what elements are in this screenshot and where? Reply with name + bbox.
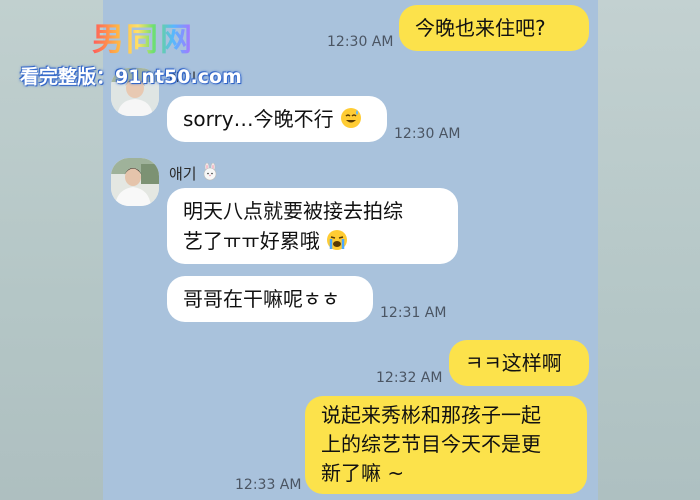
message-text: 哥哥在干嘛呢ㅎㅎ — [183, 287, 340, 311]
message-timestamp: 12:30 AM — [327, 34, 394, 50]
their-message-bubble[interactable]: 明天八点就要被接去拍综 艺了ㅠㅠ好累哦 — [167, 188, 458, 264]
message-timestamp: 12:30 AM — [394, 126, 461, 142]
contact-name: 애기 — [169, 162, 219, 185]
watermark-logo: 男同网 — [92, 14, 194, 60]
rabbit-face-icon — [201, 162, 219, 185]
crying-face-icon — [326, 229, 348, 251]
my-message-bubble[interactable]: 今晚也来住吧? — [399, 5, 589, 51]
right-background-panel — [598, 0, 700, 500]
their-message-bubble[interactable]: 哥哥在干嘛呢ㅎㅎ — [167, 276, 373, 322]
message-text-line: 说起来秀彬和那孩子一起 — [321, 403, 541, 427]
message-text-line: 新了嘛 ~ — [321, 461, 405, 485]
message-text: sorry…今晚不行 — [183, 107, 334, 131]
contact-avatar[interactable] — [111, 158, 159, 206]
message-text: 今晚也来住吧? — [415, 16, 546, 40]
sweat-smile-icon — [340, 107, 362, 129]
message-text: ㅋㅋ这样啊 — [465, 351, 562, 375]
message-text-line: 上的综艺节目今天不是更 — [321, 432, 541, 456]
message-text-line: 艺了ㅠㅠ好累哦 — [183, 226, 442, 256]
message-timestamp: 12:32 AM — [376, 370, 443, 386]
message-timestamp: 12:31 AM — [380, 305, 447, 321]
my-message-bubble[interactable]: 说起来秀彬和那孩子一起 上的综艺节目今天不是更 新了嘛 ~ — [305, 396, 587, 494]
message-timestamp: 12:33 AM — [235, 477, 302, 493]
message-text-line: 明天八点就要被接去拍综 — [183, 199, 403, 223]
watermark-url: 看完整版：91nt50.com — [20, 66, 242, 88]
their-message-bubble[interactable]: sorry…今晚不行 — [167, 96, 387, 142]
my-message-bubble[interactable]: ㅋㅋ这样啊 — [449, 340, 589, 386]
